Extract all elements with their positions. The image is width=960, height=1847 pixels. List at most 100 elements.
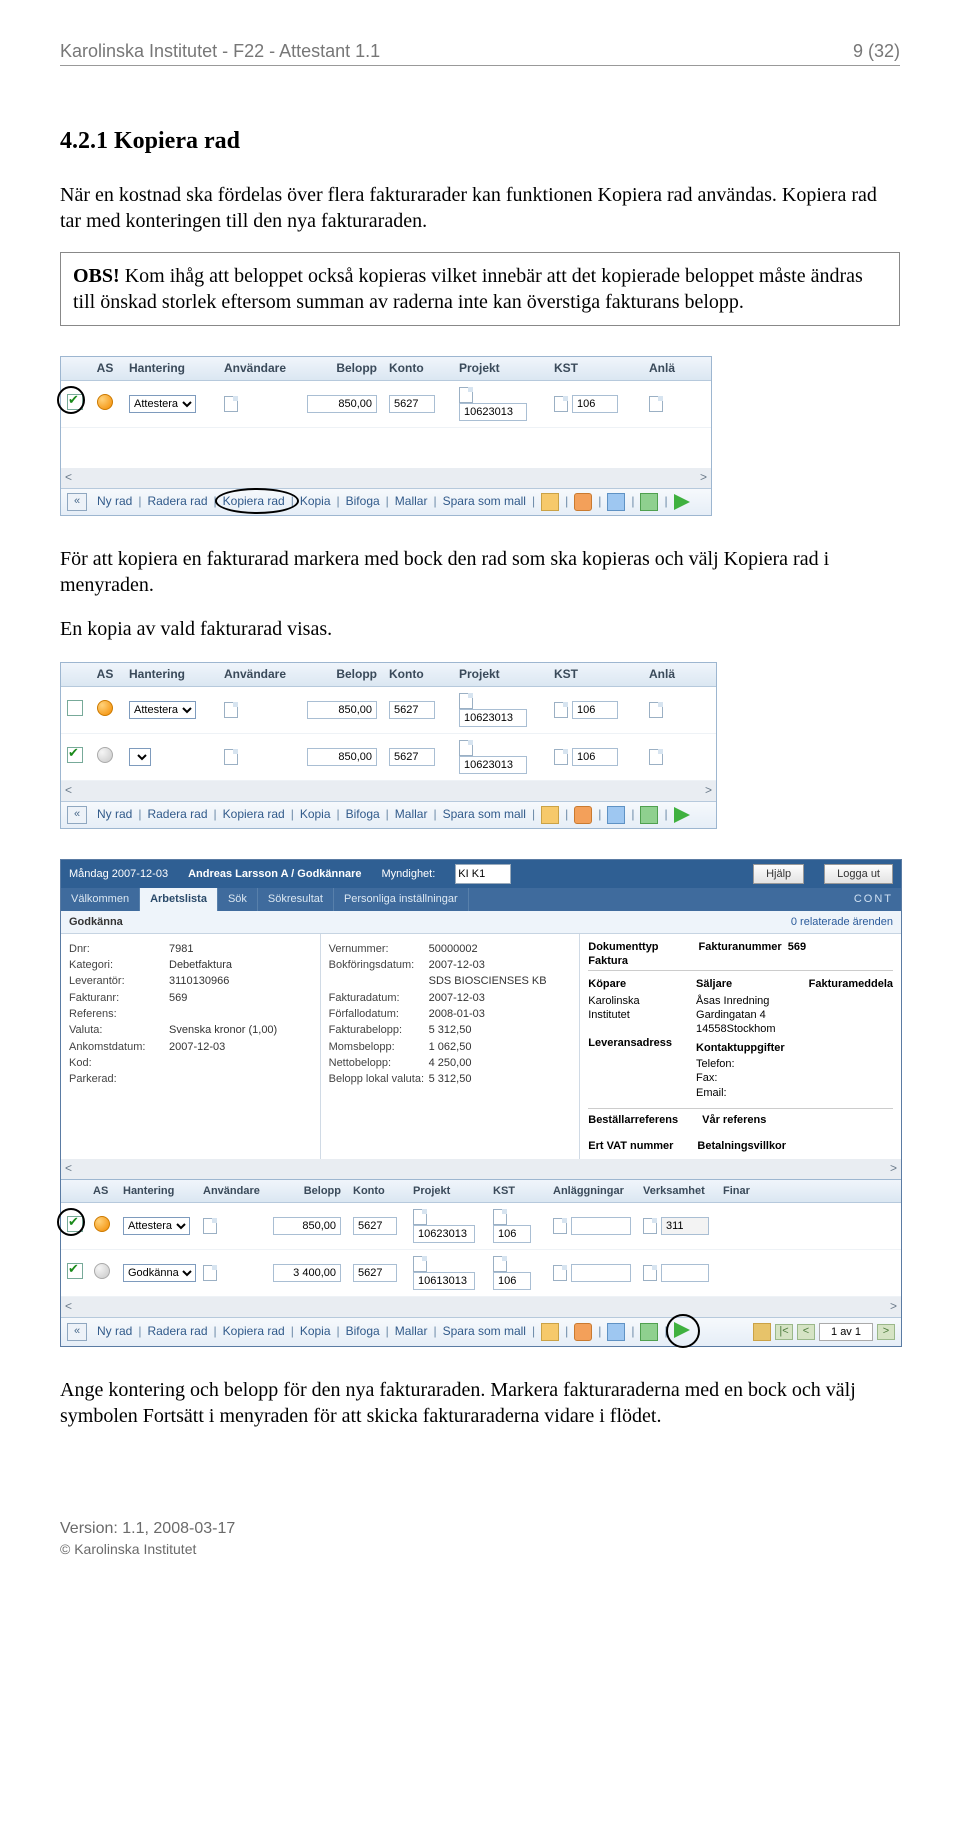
nav-left-icon[interactable]: « bbox=[67, 493, 87, 511]
pager-input[interactable] bbox=[819, 1323, 873, 1341]
hantering-select[interactable]: Attestera bbox=[129, 395, 196, 413]
pager-prev-icon[interactable]: < bbox=[797, 1324, 815, 1340]
relaterade-link[interactable]: 0 relaterade ärenden bbox=[791, 915, 893, 929]
belopp-input[interactable] bbox=[273, 1217, 341, 1235]
kst-lookup-icon[interactable] bbox=[554, 749, 568, 765]
verksamhet-lookup-icon[interactable] bbox=[643, 1218, 657, 1234]
belopp-input[interactable] bbox=[307, 748, 377, 766]
tab-välkommen[interactable]: Välkommen bbox=[61, 888, 140, 910]
forward-arrow-icon[interactable] bbox=[674, 494, 690, 510]
kst-lookup-icon[interactable] bbox=[493, 1256, 507, 1272]
spara-link[interactable]: Spara som mall bbox=[443, 494, 526, 510]
approve-icon[interactable] bbox=[640, 806, 658, 824]
projekt-lookup-icon[interactable] bbox=[459, 693, 473, 709]
belopp-input[interactable] bbox=[307, 395, 377, 413]
row-checkbox[interactable] bbox=[67, 747, 83, 763]
logout-button[interactable]: Logga ut bbox=[824, 864, 893, 884]
tab-personliga inställningar[interactable]: Personliga inställningar bbox=[334, 888, 469, 910]
pager-next-icon[interactable]: > bbox=[877, 1324, 895, 1340]
bifoga-link[interactable]: Bifoga bbox=[346, 1324, 380, 1340]
myndighet-input[interactable] bbox=[455, 864, 511, 884]
help-button[interactable]: Hjälp bbox=[753, 864, 804, 884]
bifoga-link[interactable]: Bifoga bbox=[346, 494, 380, 510]
projekt-lookup-icon[interactable] bbox=[459, 740, 473, 756]
verksamhet-lookup-icon[interactable] bbox=[643, 1265, 657, 1281]
mail-icon[interactable] bbox=[541, 1323, 559, 1341]
kst-input[interactable] bbox=[493, 1272, 531, 1290]
kopiera-link[interactable]: Kopiera rad bbox=[223, 1324, 285, 1340]
verksamhet-input[interactable] bbox=[661, 1264, 709, 1282]
konto-input[interactable] bbox=[389, 701, 435, 719]
kopiera-link[interactable]: Kopiera rad bbox=[223, 807, 285, 823]
nav-left-icon[interactable]: « bbox=[67, 806, 87, 824]
kst-input[interactable] bbox=[572, 701, 618, 719]
scrollbar[interactable]: <> bbox=[61, 781, 716, 801]
kst-input[interactable] bbox=[572, 748, 618, 766]
user-lookup-icon[interactable] bbox=[224, 702, 238, 718]
tab-sök[interactable]: Sök bbox=[218, 888, 258, 910]
hantering-select[interactable]: Godkänna bbox=[123, 1264, 196, 1282]
user-lookup-icon[interactable] bbox=[203, 1265, 217, 1281]
row-checkbox[interactable] bbox=[67, 700, 83, 716]
nav-left-icon[interactable]: « bbox=[67, 1323, 87, 1341]
tab-arbetslista[interactable]: Arbetslista bbox=[140, 888, 218, 910]
kst-input[interactable] bbox=[493, 1225, 531, 1243]
projekt-input[interactable] bbox=[459, 709, 527, 727]
radera-link[interactable]: Radera rad bbox=[147, 1324, 207, 1340]
anl-input[interactable] bbox=[571, 1217, 631, 1235]
projekt-lookup-icon[interactable] bbox=[413, 1209, 427, 1225]
approve-icon[interactable] bbox=[640, 1323, 658, 1341]
approve-icon[interactable] bbox=[640, 493, 658, 511]
nyrad-link[interactable]: Ny rad bbox=[97, 494, 132, 510]
anl-input[interactable] bbox=[571, 1264, 631, 1282]
mallar-link[interactable]: Mallar bbox=[395, 1324, 428, 1340]
user-lookup-icon[interactable] bbox=[224, 749, 238, 765]
kst-lookup-icon[interactable] bbox=[554, 396, 568, 412]
hantering-select[interactable]: Attestera bbox=[123, 1217, 190, 1235]
save-icon[interactable] bbox=[607, 806, 625, 824]
projekt-lookup-icon[interactable] bbox=[413, 1256, 427, 1272]
anl-lookup-icon[interactable] bbox=[553, 1265, 567, 1281]
anl-lookup-icon[interactable] bbox=[553, 1218, 567, 1234]
projekt-input[interactable] bbox=[413, 1225, 475, 1243]
user-icon[interactable] bbox=[574, 806, 592, 824]
kopia-link[interactable]: Kopia bbox=[300, 1324, 331, 1340]
kopia-link[interactable]: Kopia bbox=[300, 807, 331, 823]
anl-lookup-icon[interactable] bbox=[649, 749, 663, 765]
konto-input[interactable] bbox=[389, 395, 435, 413]
mallar-link[interactable]: Mallar bbox=[395, 494, 428, 510]
spara-link[interactable]: Spara som mall bbox=[443, 807, 526, 823]
save-icon[interactable] bbox=[607, 1323, 625, 1341]
belopp-input[interactable] bbox=[273, 1264, 341, 1282]
home-icon[interactable] bbox=[753, 1323, 771, 1341]
radera-link[interactable]: Radera rad bbox=[147, 807, 207, 823]
verksamhet-input[interactable] bbox=[661, 1217, 709, 1235]
radera-link[interactable]: Radera rad bbox=[147, 494, 207, 510]
hantering-select[interactable] bbox=[129, 748, 151, 766]
nyrad-link[interactable]: Ny rad bbox=[97, 1324, 132, 1340]
kopia-link[interactable]: Kopia bbox=[300, 494, 331, 510]
user-icon[interactable] bbox=[574, 1323, 592, 1341]
scrollbar[interactable]: <> bbox=[61, 1297, 901, 1317]
anl-lookup-icon[interactable] bbox=[649, 396, 663, 412]
anl-lookup-icon[interactable] bbox=[649, 702, 663, 718]
projekt-lookup-icon[interactable] bbox=[459, 387, 473, 403]
hantering-select[interactable]: Attestera bbox=[129, 701, 196, 719]
mail-icon[interactable] bbox=[541, 493, 559, 511]
konto-input[interactable] bbox=[389, 748, 435, 766]
mail-icon[interactable] bbox=[541, 806, 559, 824]
kst-lookup-icon[interactable] bbox=[493, 1209, 507, 1225]
forward-arrow-icon[interactable] bbox=[674, 807, 690, 823]
kst-input[interactable] bbox=[572, 395, 618, 413]
konto-input[interactable] bbox=[353, 1217, 397, 1235]
row-checkbox[interactable] bbox=[67, 1263, 83, 1279]
nyrad-link[interactable]: Ny rad bbox=[97, 807, 132, 823]
projekt-input[interactable] bbox=[459, 756, 527, 774]
user-lookup-icon[interactable] bbox=[203, 1218, 217, 1234]
pager-first-icon[interactable]: |< bbox=[775, 1324, 793, 1340]
projekt-input[interactable] bbox=[413, 1272, 475, 1290]
belopp-input[interactable] bbox=[307, 701, 377, 719]
tab-sökresultat[interactable]: Sökresultat bbox=[258, 888, 334, 910]
save-icon[interactable] bbox=[607, 493, 625, 511]
scrollbar[interactable]: <> bbox=[61, 1159, 901, 1179]
